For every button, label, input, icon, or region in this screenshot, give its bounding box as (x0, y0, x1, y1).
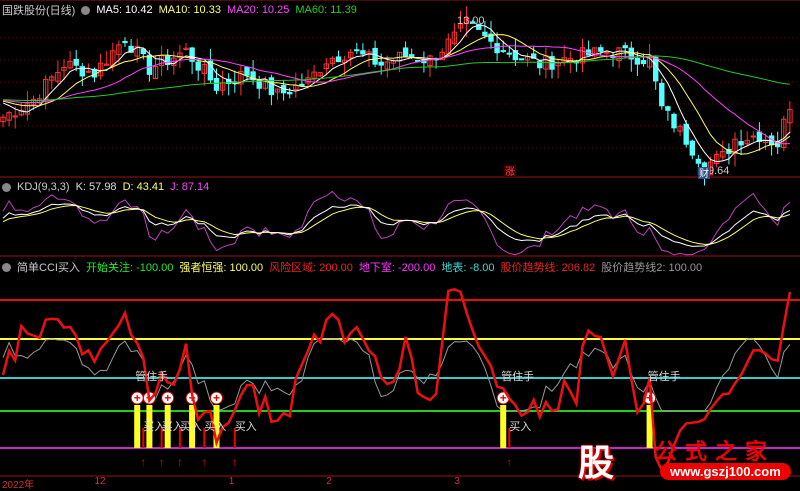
candle-body (146, 54, 153, 75)
stock-chart[interactable]: + + + + + + +管住手 管住手 管住手买入↑买入↑买入↑买入↑买入↑买入↑13.009… (0, 0, 800, 489)
level-surface: 地表: -8.00 (441, 262, 495, 274)
candle-body (653, 56, 659, 82)
d-line (2, 205, 791, 245)
cci-header: 简单CCI买入 开始关注: -100.00 强者恒强: 100.00 风险区域:… (2, 259, 702, 275)
candle-body (634, 57, 641, 65)
candle-body (354, 49, 360, 52)
buy-label: 买入 (509, 420, 531, 433)
buy-arrow-icon: ↑ (140, 455, 146, 469)
j-label: J: 87.14 (170, 181, 210, 193)
settings-icon[interactable] (2, 182, 11, 192)
ma60-line (2, 55, 790, 101)
candle-body (622, 45, 628, 49)
candle-body (122, 41, 128, 44)
buy-arrow-icon: ↑ (159, 455, 165, 469)
candle-body (689, 140, 695, 156)
candle-body (402, 47, 409, 57)
candle-body (378, 61, 384, 66)
high-price-label: 13.00 (457, 15, 485, 27)
price-header: 国跌股份(日线) MA5: 10.42 MA10: 10.33 MA20: 10… (2, 2, 357, 18)
candle-body (360, 50, 366, 55)
ma60-label: MA60: 11.39 (295, 4, 357, 16)
settings-icon[interactable] (81, 5, 91, 15)
axis-label: 1 (228, 476, 235, 487)
signal-bar (134, 405, 141, 448)
candle-body (659, 82, 665, 107)
candle-body (598, 47, 604, 52)
candle-body (500, 50, 506, 53)
candle-body (671, 113, 677, 129)
candle-body (695, 158, 702, 164)
d-label: D: 43.41 (122, 181, 165, 193)
kdj-title: KDJ(9,3,3) (17, 181, 70, 193)
trend-line: 股价趋势线: 206.82 (500, 262, 596, 274)
ma10-label: MA10: 10.33 (158, 4, 221, 16)
trend-line-2: 股价趋势线2: 100.00 (601, 262, 703, 274)
buy-arrow-icon: ↑ (232, 455, 238, 469)
buy-arrow-icon: ↑ (506, 455, 512, 469)
candle-body (683, 123, 689, 145)
candle-body (494, 43, 500, 54)
site-logo: 股 公式之家 www.gszj100.com (560, 432, 795, 484)
axis-label: 2 (326, 476, 332, 487)
k-line (2, 203, 791, 247)
candle-body (665, 106, 671, 111)
buy-label: 买入 (204, 420, 226, 433)
zhang-label: 涨 (505, 166, 515, 178)
logo-site: 公式之家 (655, 439, 776, 464)
level-risk: 风险区域: 200.00 (269, 262, 353, 274)
level-watch: 开始关注: -100.00 (85, 262, 174, 274)
axis-label: 3 (454, 476, 460, 487)
candle-body (640, 60, 647, 65)
candle-body (604, 51, 610, 54)
settings-icon[interactable] (2, 262, 11, 272)
signal-bar (500, 405, 507, 448)
buy-arrow-icon: ↑ (177, 455, 183, 469)
candle-body (750, 135, 756, 138)
ma5-label: MA5: 10.42 (96, 4, 153, 16)
level-strong: 强者恒强: 100.00 (179, 262, 264, 274)
candle-body (287, 91, 293, 95)
logo-url: www.gszj100.com (660, 463, 791, 480)
candle-body (738, 141, 744, 146)
candle-body (244, 66, 250, 76)
candle-body (73, 58, 79, 66)
plus-icon: + (213, 391, 220, 405)
candle-body (518, 58, 525, 61)
candle-body (335, 56, 342, 63)
buy-label: 买入 (180, 420, 202, 433)
hold-label: 管住手 (135, 369, 168, 383)
axis-label: 12 (94, 476, 106, 487)
low-price-label: 9.64 (708, 165, 729, 177)
hold-label: 管住手 (648, 369, 681, 383)
buy-label: 买入 (235, 420, 257, 433)
buy-arrow-icon: ↑ (201, 455, 207, 469)
candle-body (195, 61, 201, 71)
kdj-header: KDJ(9,3,3) K: 57.98 D: 43.41 J: 87.14 (2, 181, 209, 193)
candle-body (213, 78, 220, 91)
ma20-label: MA20: 10.25 (226, 4, 290, 16)
hold-label: 管住手 (501, 369, 534, 383)
level-basement: 地下室: -200.00 (358, 262, 436, 274)
candle-body (482, 31, 488, 36)
candle-body (506, 52, 513, 55)
k-label: K: 57.98 (75, 181, 117, 193)
candle-body (85, 70, 92, 73)
cci-title: 简单CCI买入 (17, 262, 80, 274)
plus-icon: + (134, 391, 141, 405)
cai-label: 财 (699, 167, 709, 180)
stock-title: 国跌股份(日线) (2, 5, 76, 17)
logo-gu: 股 (578, 443, 615, 484)
plus-icon: + (164, 391, 171, 405)
candle-body (372, 47, 378, 65)
